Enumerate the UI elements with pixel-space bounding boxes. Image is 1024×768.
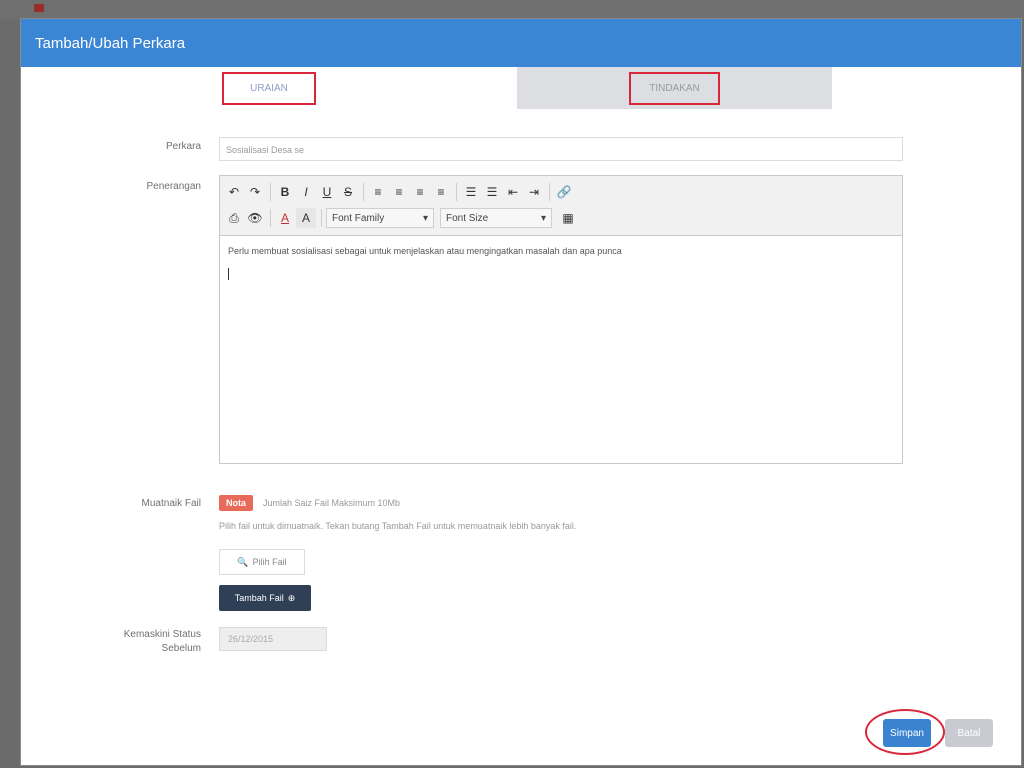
tab-uraian-label: URAIAN xyxy=(222,71,316,105)
tab-tindakan[interactable]: TINDAKAN xyxy=(517,67,832,109)
text-cursor xyxy=(228,268,229,280)
toolbar-row-1: ↶ ↷ B I U S ≡ ≡ ≡ ≡ ☰ ☰ ⇤ ⇥ 🔗 xyxy=(224,179,898,205)
text-color-button[interactable]: A xyxy=(275,208,295,228)
font-size-select[interactable]: Font Size ▾ xyxy=(440,208,552,228)
redo-button[interactable]: ↷ xyxy=(245,182,265,202)
undo-button[interactable]: ↶ xyxy=(224,182,244,202)
add-file-label: Tambah Fail xyxy=(234,593,284,603)
backdrop-marker xyxy=(34,4,44,12)
font-family-label: Font Family xyxy=(332,212,385,224)
toolbar-divider xyxy=(549,183,550,201)
modal-title: Tambah/Ubah Perkara xyxy=(35,34,186,52)
upload-size-note: Jumlah Saiz Fail Maksimum 10Mb xyxy=(263,498,401,508)
penerangan-label: Penerangan xyxy=(146,181,202,192)
page-backdrop xyxy=(0,0,1024,20)
perkara-input[interactable]: Sosialisasi Desa se xyxy=(219,137,903,161)
toolbar-row-2: ⎙ 👁 A A Font Family ▾ Font Size ▾ ▦ xyxy=(224,205,898,231)
cancel-button[interactable]: Batal xyxy=(945,719,993,747)
print-icon[interactable]: ⎙ xyxy=(224,208,244,228)
toolbar-divider xyxy=(270,209,271,227)
perkara-label: Perkara xyxy=(165,141,201,152)
toolbar-divider xyxy=(363,183,364,201)
align-justify-button[interactable]: ≡ xyxy=(431,182,451,202)
align-left-button[interactable]: ≡ xyxy=(368,182,388,202)
bullet-list-button[interactable]: ☰ xyxy=(461,182,481,202)
underline-button[interactable]: U xyxy=(317,182,337,202)
align-center-button[interactable]: ≡ xyxy=(389,182,409,202)
add-file-button[interactable]: Tambah Fail ⊕ xyxy=(219,585,311,611)
tab-bar: URAIAN TINDAKAN xyxy=(21,67,1021,109)
background-color-button[interactable]: A xyxy=(296,208,316,228)
editor-toolbar: ↶ ↷ B I U S ≡ ≡ ≡ ≡ ☰ ☰ ⇤ ⇥ 🔗 ⎙ 👁 A A Fo… xyxy=(220,176,902,236)
editor-text: Perlu membuat sosialisasi sebagai untuk … xyxy=(228,246,622,256)
search-icon: 🔍 xyxy=(237,556,249,567)
upload-label: Muatnaik Fail xyxy=(141,498,201,509)
upload-help-text: Pilih fail untuk dimuatnaik. Tekan butan… xyxy=(219,521,577,531)
modal-header: Tambah/Ubah Perkara xyxy=(21,19,1021,67)
chevron-down-icon: ▾ xyxy=(540,212,546,224)
save-button[interactable]: Simpan xyxy=(883,719,931,747)
link-icon[interactable]: 🔗 xyxy=(554,182,574,202)
note-badge: Nota xyxy=(219,495,253,511)
preview-icon[interactable]: 👁 xyxy=(245,208,265,228)
strikethrough-button[interactable]: S xyxy=(338,182,358,202)
table-icon[interactable]: ▦ xyxy=(558,208,578,228)
toolbar-divider xyxy=(270,183,271,201)
indent-button[interactable]: ⇥ xyxy=(524,182,544,202)
status-date-label-1: Kemaskini Status xyxy=(123,629,201,640)
choose-file-label: Pilih Fail xyxy=(252,557,287,567)
bold-button[interactable]: B xyxy=(275,182,295,202)
number-list-button[interactable]: ☰ xyxy=(482,182,502,202)
status-date-input: 26/12/2015 xyxy=(219,627,327,651)
tab-uraian[interactable]: URAIAN xyxy=(21,67,517,109)
align-right-button[interactable]: ≡ xyxy=(410,182,430,202)
plus-circle-icon: ⊕ xyxy=(287,592,296,603)
status-date-label-2: Sebelum xyxy=(161,643,201,654)
editor-content-area[interactable]: Perlu membuat sosialisasi sebagai untuk … xyxy=(220,236,902,290)
rich-text-editor: ↶ ↷ B I U S ≡ ≡ ≡ ≡ ☰ ☰ ⇤ ⇥ 🔗 ⎙ 👁 A A Fo… xyxy=(219,175,903,464)
edit-case-modal: Tambah/Ubah Perkara URAIAN TINDAKAN Perk… xyxy=(20,18,1022,766)
toolbar-divider xyxy=(456,183,457,201)
font-family-select[interactable]: Font Family ▾ xyxy=(326,208,434,228)
outdent-button[interactable]: ⇤ xyxy=(503,182,523,202)
tab-tindakan-label: TINDAKAN xyxy=(629,71,720,105)
choose-file-button[interactable]: 🔍 Pilih Fail xyxy=(219,549,305,575)
toolbar-divider xyxy=(321,209,322,227)
font-size-label: Font Size xyxy=(446,212,489,224)
italic-button[interactable]: I xyxy=(296,182,316,202)
chevron-down-icon: ▾ xyxy=(422,212,428,224)
